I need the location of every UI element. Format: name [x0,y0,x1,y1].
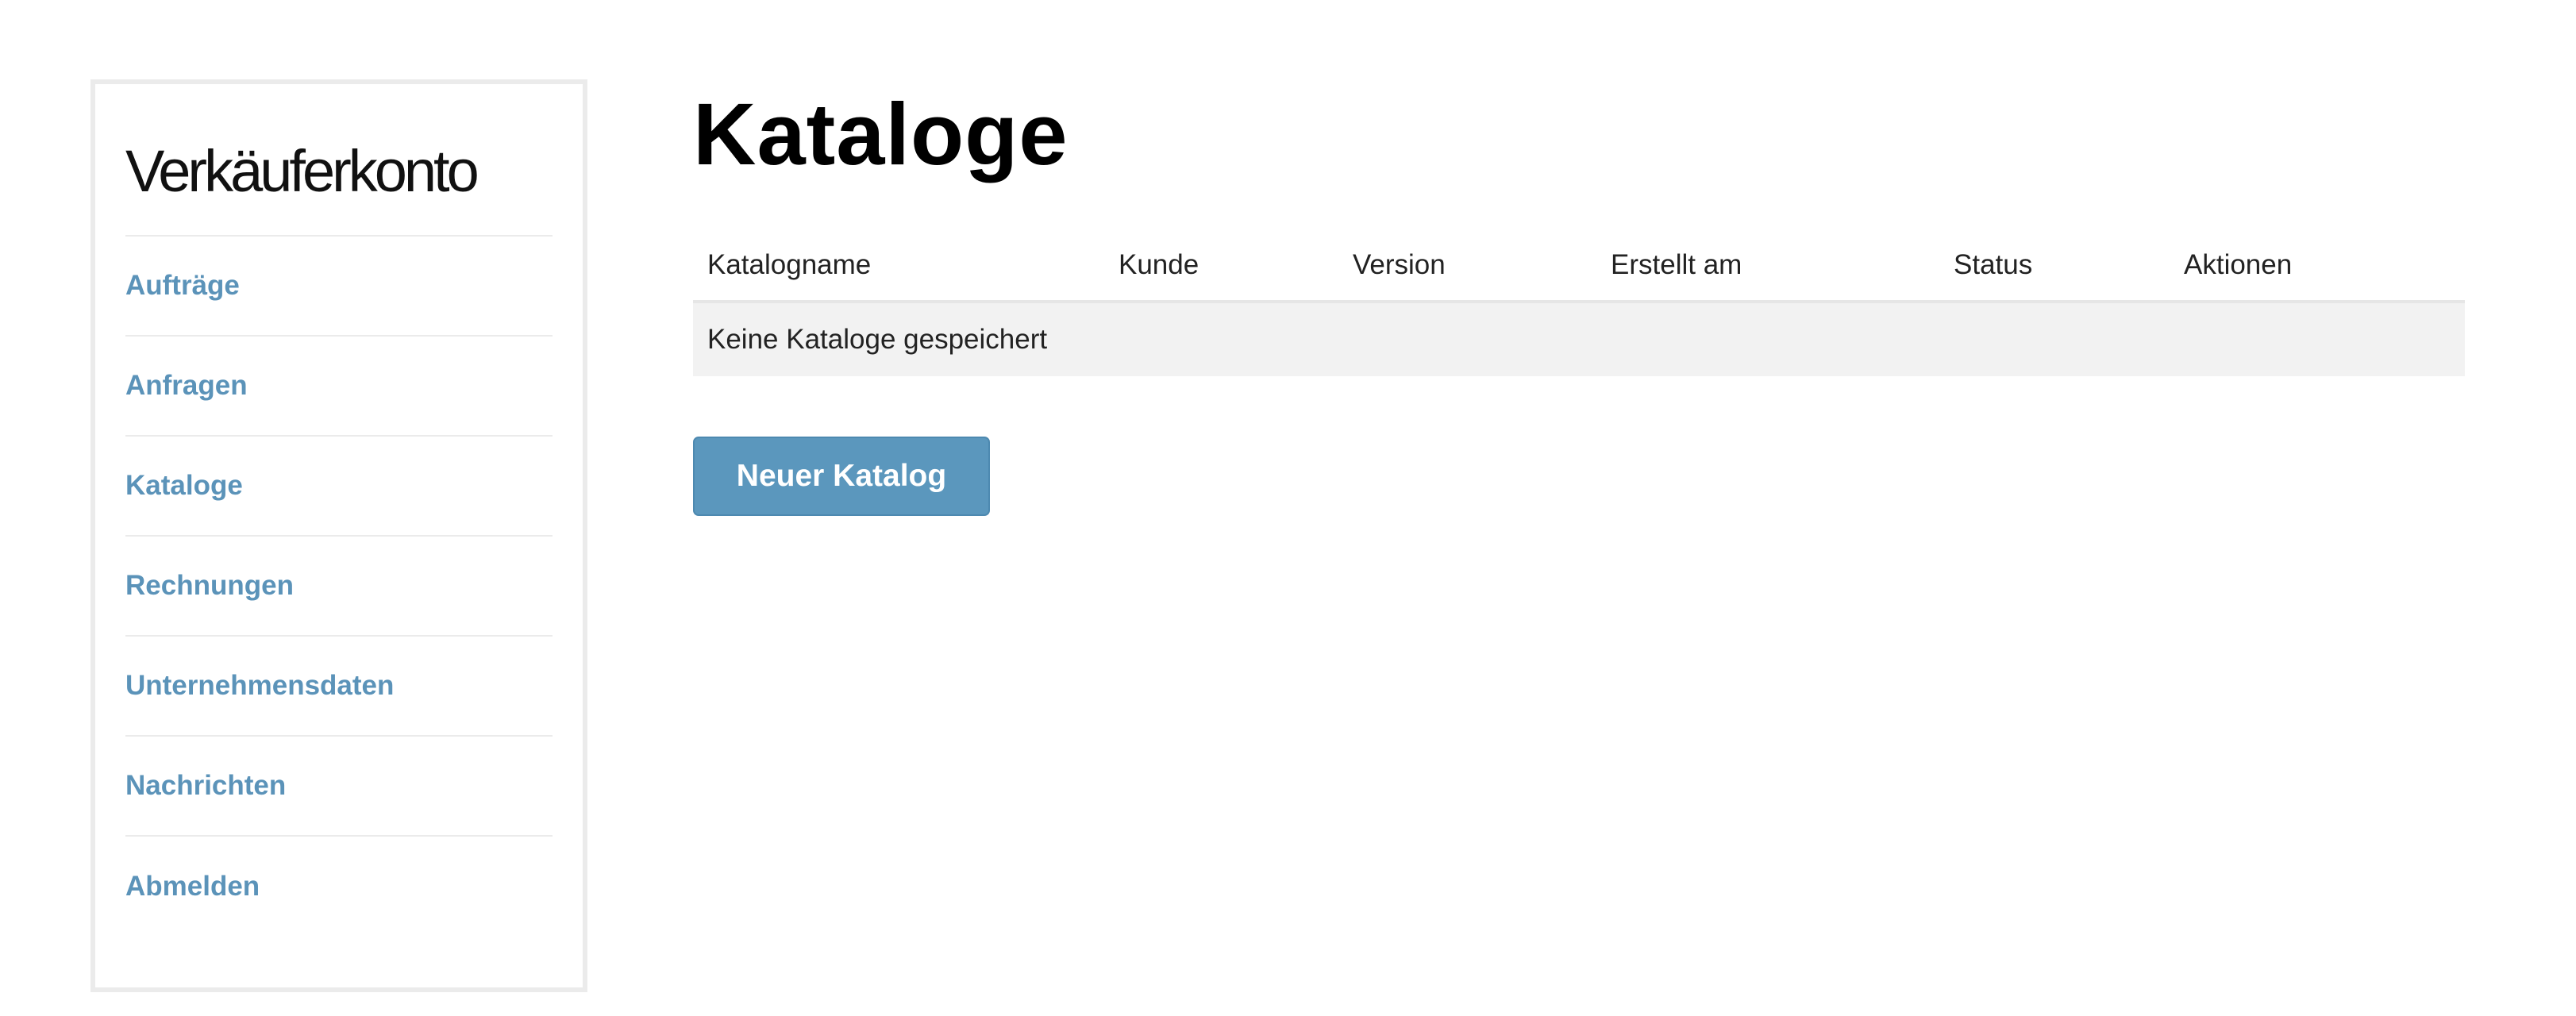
sidebar-item-unternehmensdaten[interactable]: Unternehmensdaten [125,637,553,737]
new-catalog-button[interactable]: Neuer Katalog [693,437,990,516]
catalog-table: Katalogname Kunde Version Erstellt am St… [693,230,2465,376]
sidebar-item-label[interactable]: Abmelden [125,871,260,902]
sidebar-item-auftraege[interactable]: Aufträge [125,237,553,337]
table-row: Keine Kataloge gespeichert [693,302,2465,376]
sidebar-item-label[interactable]: Anfragen [125,370,248,402]
sidebar-item-label[interactable]: Rechnungen [125,570,294,602]
main-content: Kataloge Katalogname Kunde Version Erste… [693,79,2465,516]
sidebar-item-nachrichten[interactable]: Nachrichten [125,737,553,837]
column-header-aktionen: Aktionen [2170,230,2465,303]
page: Verkäuferkonto Aufträge Anfragen Katalog… [0,0,2576,1016]
sidebar-nav: Aufträge Anfragen Kataloge Rechnungen Un… [125,237,553,937]
column-header-version: Version [1338,230,1596,303]
sidebar-item-label[interactable]: Aufträge [125,270,240,302]
page-title: Kataloge [693,86,1069,183]
sidebar: Verkäuferkonto Aufträge Anfragen Katalog… [90,79,587,992]
sidebar-item-rechnungen[interactable]: Rechnungen [125,537,553,637]
sidebar-item-abmelden[interactable]: Abmelden [125,837,553,937]
sidebar-item-label[interactable]: Nachrichten [125,770,286,802]
column-header-kunde: Kunde [1104,230,1338,303]
column-header-status: Status [1939,230,2170,303]
column-header-erstellt-am: Erstellt am [1596,230,1939,303]
sidebar-item-label[interactable]: Kataloge [125,470,243,502]
sidebar-item-kataloge[interactable]: Kataloge [125,437,553,537]
sidebar-title: Verkäuferkonto [125,132,553,237]
column-header-katalogname: Katalogname [693,230,1104,303]
empty-table-message: Keine Kataloge gespeichert [693,302,2465,376]
table-header-row: Katalogname Kunde Version Erstellt am St… [693,230,2465,303]
sidebar-item-label[interactable]: Unternehmensdaten [125,670,394,702]
sidebar-item-anfragen[interactable]: Anfragen [125,337,553,437]
